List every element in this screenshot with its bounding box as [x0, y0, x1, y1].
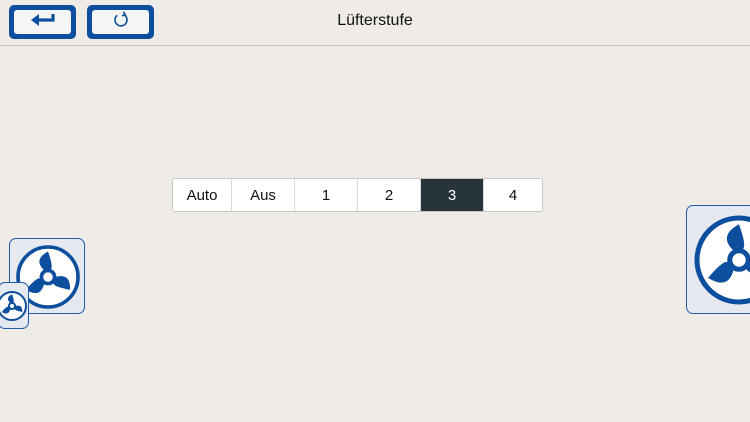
fan-tile-small-left[interactable] [0, 282, 29, 329]
fan-level-option-2[interactable]: 2 [358, 179, 421, 211]
fan-level-option-aus[interactable]: Aus [232, 179, 295, 211]
fan-level-option-3[interactable]: 3 [421, 179, 484, 211]
fan-tile-right[interactable] [686, 205, 750, 314]
fan-level-selector: Auto Aus 1 2 3 4 [172, 178, 543, 212]
top-bar: Lüfterstufe [0, 0, 750, 46]
fan-icon [0, 283, 28, 328]
fan-level-option-auto[interactable]: Auto [173, 179, 232, 211]
fan-level-option-1[interactable]: 1 [295, 179, 358, 211]
fan-level-option-4[interactable]: 4 [484, 179, 542, 211]
fan-icon [687, 206, 750, 313]
fan-level-screen: Lüfterstufe Auto Aus 1 2 3 4 [0, 0, 750, 422]
page-title: Lüfterstufe [337, 12, 413, 29]
